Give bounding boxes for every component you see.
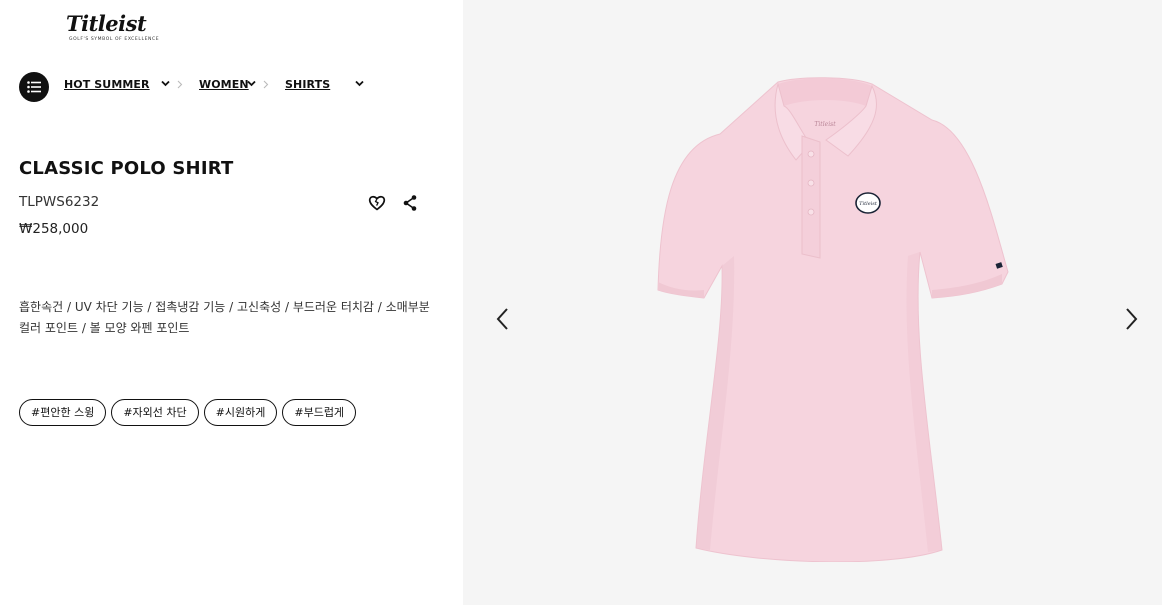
category-menu-button[interactable]	[19, 72, 49, 102]
description-line: 컬러 포인트 / 볼 모양 와펜 포인트	[19, 321, 190, 335]
logo-wordmark: Titleist	[66, 11, 147, 36]
description-line: 흡한속건 / UV 차단 기능 / 접촉냉감 기능 / 고신축성 / 부드러운 …	[19, 300, 430, 314]
chevron-down-icon[interactable]	[247, 80, 256, 87]
product-tags: #편안한 스윙 #자외선 차단 #시원하게 #부드럽게	[19, 399, 357, 426]
breadcrumb-separator-icon	[263, 80, 269, 89]
list-menu-icon	[27, 81, 41, 93]
product-description: 흡한속건 / UV 차단 기능 / 접촉냉감 기능 / 고신축성 / 부드러운 …	[19, 297, 439, 339]
patch-logo-text: Titleist	[859, 201, 878, 207]
product-info-panel: Titleist GOLF'S SYMBOL OF EXCELLENCE HOT…	[0, 0, 463, 605]
product-price: ₩258,000	[19, 221, 89, 237]
breadcrumb-shirts[interactable]: SHIRTS	[285, 78, 330, 91]
breadcrumb-separator-icon	[177, 80, 183, 89]
breadcrumb-hot-summer[interactable]: HOT SUMMER	[64, 78, 150, 91]
product-image: Titleist Titleist	[657, 77, 1009, 562]
chevron-down-icon[interactable]	[355, 80, 364, 87]
tag-soft[interactable]: #부드럽게	[282, 399, 357, 426]
heart-icon[interactable]	[368, 194, 386, 212]
product-title: CLASSIC POLO SHIRT	[19, 158, 234, 179]
tag-cool[interactable]: #시원하게	[203, 399, 278, 426]
titleist-logo[interactable]: Titleist GOLF'S SYMBOL OF EXCELLENCE	[66, 11, 160, 46]
logo-tagline: GOLF'S SYMBOL OF EXCELLENCE	[69, 37, 160, 42]
chevron-down-icon[interactable]	[161, 80, 170, 87]
tag-comfortable-swing[interactable]: #편안한 스윙	[19, 399, 107, 426]
breadcrumb-women[interactable]: WOMEN	[199, 78, 249, 91]
chevron-left-icon[interactable]	[494, 306, 512, 332]
product-sku: TLPWS6232	[19, 194, 100, 210]
share-icon[interactable]	[402, 194, 418, 212]
tag-uv-block[interactable]: #자외선 차단	[111, 399, 199, 426]
chevron-right-icon[interactable]	[1122, 306, 1140, 332]
collar-logo-text: Titleist	[814, 121, 836, 128]
